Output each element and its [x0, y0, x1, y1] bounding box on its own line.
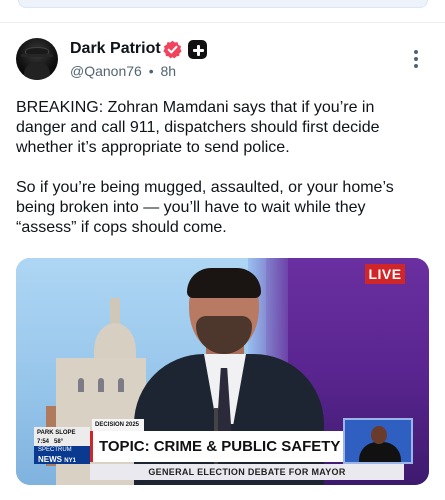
channel-top: SPECTRUM — [38, 447, 72, 453]
divider — [0, 22, 445, 23]
channel-number: NY1 — [64, 458, 76, 464]
video-speaker-hair — [187, 268, 261, 298]
avatar-figure — [24, 62, 50, 80]
avatar-hat-brim — [21, 54, 53, 57]
topic-banner: TOPIC: CRIME & PUBLIC SAFETY — [90, 431, 344, 462]
debate-subtitle: GENERAL ELECTION DEBATE FOR MAYOR — [90, 464, 404, 480]
author-name[interactable]: Dark Patriot — [70, 40, 161, 58]
channel-logo: SPECTRUM NEWS NY1 — [34, 446, 90, 464]
plus-badge-icon — [188, 40, 207, 59]
video-building-window — [98, 378, 104, 392]
interpreter-body — [359, 442, 401, 462]
video-building-window — [118, 378, 124, 392]
previous-post-card-edge — [18, 0, 428, 8]
temperature: 58° — [54, 439, 64, 445]
author-handle[interactable]: @Qanon76 — [70, 63, 142, 79]
more-options-icon[interactable] — [410, 50, 422, 72]
live-badge: LIVE — [365, 264, 405, 284]
post-text: BREAKING: Zohran Mamdani says that if yo… — [16, 98, 426, 258]
avatar[interactable] — [16, 38, 58, 80]
decision-label: DECISION 2025 — [92, 419, 144, 431]
verified-badge-icon — [163, 40, 182, 59]
post-paragraph: BREAKING: Zohran Mamdani says that if yo… — [16, 99, 380, 156]
sign-language-interpreter — [343, 418, 413, 464]
channel-bottom: NEWS — [38, 455, 62, 464]
interpreter-head — [371, 426, 387, 444]
video-building-window — [78, 378, 84, 392]
separator-dot: • — [148, 63, 154, 79]
handle-row: @Qanon76 • 8h — [70, 63, 179, 79]
clock: 7:54 — [37, 439, 50, 445]
post-paragraph: So if you’re being mugged, assaulted, or… — [16, 179, 394, 236]
post-time[interactable]: 8h — [161, 63, 177, 79]
location-label: PARK SLOPE — [37, 430, 76, 436]
